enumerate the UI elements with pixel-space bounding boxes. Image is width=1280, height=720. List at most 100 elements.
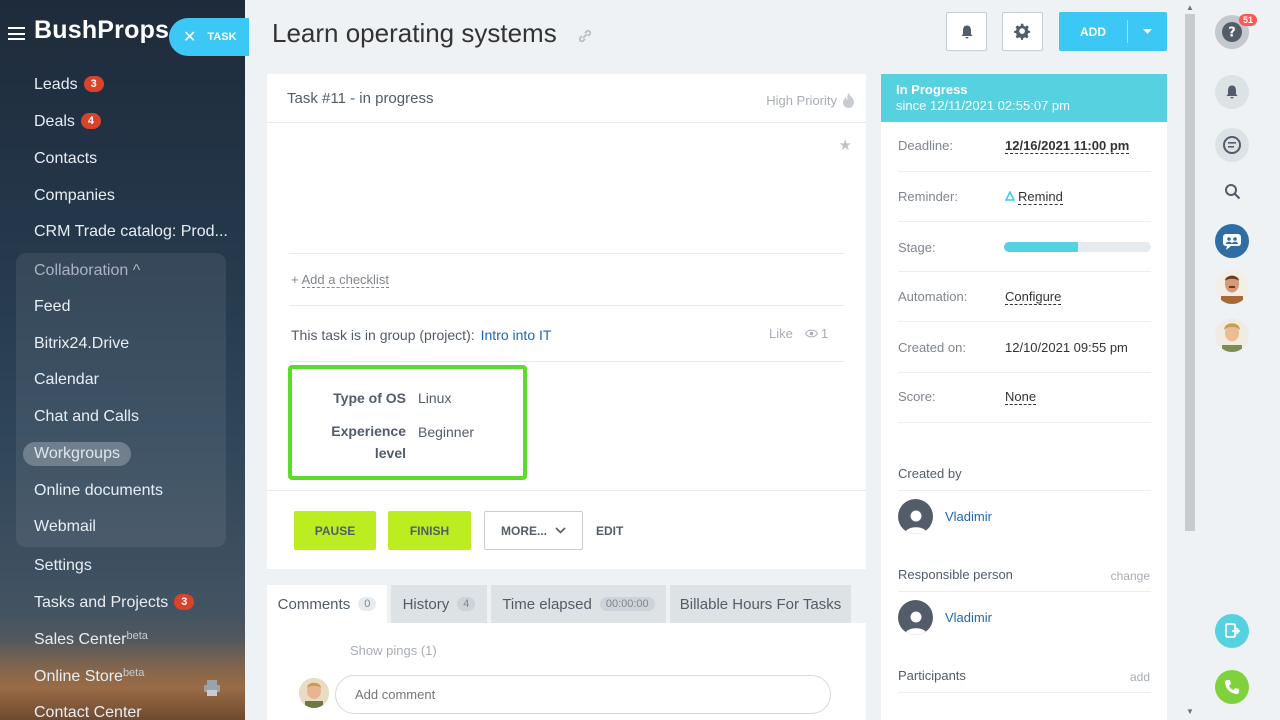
hamburger-menu-icon[interactable] [8,27,25,40]
tab-billable-hours[interactable]: Billable Hours For Tasks [670,585,851,623]
sidebar-item-crm-catalog[interactable]: CRM Trade catalog: Prod... [34,223,228,241]
task-card: Task #11 - in progress High Priority ★ +… [267,74,866,569]
sidebar-item-webmail[interactable]: Webmail [34,518,96,536]
reminder-value[interactable]: Remind [1004,189,1063,205]
scroll-up-icon[interactable]: ▲ [1186,3,1194,12]
field-label: Type of OS [333,390,406,406]
add-button[interactable]: ADD [1059,12,1167,51]
avatar [898,499,933,534]
notifications-button[interactable] [1215,75,1249,109]
sidebar-item-drive[interactable]: Bitrix24.Drive [34,335,129,353]
tab-comments[interactable]: Comments 0 [267,585,387,623]
comment-input[interactable] [335,675,831,714]
beta-tag: beta [126,630,148,642]
sidebar-item-online-store[interactable]: Online Storebeta [34,667,144,686]
bell-icon [1226,85,1238,99]
score-value[interactable]: None [1005,389,1037,405]
finish-button[interactable]: FINISH [388,511,471,550]
sidebar-item-collaboration[interactable]: Collaboration ^ [34,262,140,280]
bell-button[interactable] [946,12,987,51]
printer-icon[interactable] [204,679,220,697]
divider [898,221,1151,222]
like-button[interactable]: Like [769,326,793,341]
created-by-label: Created by [898,466,962,481]
divider [289,253,844,254]
divider [898,321,1151,322]
sidebar-item-settings[interactable]: Settings [34,557,92,575]
sidebar-item-deals[interactable]: Deals 4 [34,113,102,131]
creator-link[interactable]: Vladimir [945,509,992,524]
sidebar-item-sales-center[interactable]: Sales Centerbeta [34,630,148,649]
priority-toggle[interactable]: High Priority [766,93,854,108]
tab-count: 0 [358,597,377,611]
user-icon [904,611,927,635]
app-logo[interactable]: BushProps [34,16,169,45]
divider [898,591,1151,592]
group-link[interactable]: Intro into IT [481,327,552,343]
field-value: Beginner [418,424,475,440]
settings-button[interactable] [1002,12,1043,51]
group-info: This task is in group (project): Intro in… [291,327,552,343]
automation-configure-link[interactable]: Configure [1005,289,1062,305]
sidebar-item-chat[interactable]: Chat and Calls [34,408,139,426]
right-icon-panel: ? 51 [1199,0,1280,720]
chevron-down-icon[interactable] [1128,28,1167,35]
messenger-button[interactable] [1215,128,1249,162]
search-button[interactable] [1215,174,1249,208]
more-button[interactable]: MORE... [484,511,583,550]
tab-count: 00:00:00 [599,597,655,611]
tab-history[interactable]: History 4 [391,585,487,623]
view-count: 1 [820,326,829,341]
phone-icon [1225,680,1239,694]
responsible-label: Responsible person [898,567,1013,582]
responsible-link[interactable]: Vladimir [945,610,992,625]
sidebar-item-tasks[interactable]: Tasks and Projects 3 [34,594,195,612]
group-chat-button[interactable] [1215,224,1249,258]
pause-button[interactable]: PAUSE [294,511,376,550]
divider [898,692,1151,693]
contact-center-button[interactable] [1215,614,1249,648]
divider [289,361,844,362]
user-icon [904,510,927,534]
avatar [898,600,933,635]
sidebar-item-online-documents[interactable]: Online documents [34,482,163,500]
chat-icon [1223,136,1241,154]
created-by-person: Vladimir [898,499,992,534]
stage-progress-bar[interactable] [1004,242,1151,252]
star-icon[interactable]: ★ [839,136,852,154]
tasks-badge: 3 [174,594,195,610]
eye-icon [804,329,818,338]
add-participant-link[interactable]: add [1130,670,1150,684]
deadline-value[interactable]: 12/16/2021 11:00 pm [1005,138,1130,154]
sidebar-item-feed[interactable]: Feed [34,298,70,316]
edit-button[interactable]: EDIT [596,524,623,538]
scrollbar-thumb[interactable] [1185,14,1195,531]
user-avatar-1[interactable] [1215,270,1249,304]
sidebar-item-calendar[interactable]: Calendar [34,371,99,389]
deals-badge: 4 [80,113,102,129]
close-task-button[interactable]: ✕ TASK [169,18,249,56]
tab-time-elapsed[interactable]: Time elapsed 00:00:00 [491,585,666,623]
sidebar-item-workgroups[interactable]: Workgroups [23,442,131,466]
gear-icon [1014,23,1031,40]
link-icon[interactable] [577,28,593,44]
search-icon [1224,183,1240,199]
show-pings-link[interactable]: Show pings (1) [350,643,437,658]
sidebar-item-contacts[interactable]: Contacts [34,150,97,168]
sidebar-item-companies[interactable]: Companies [34,187,115,205]
avatar [1215,318,1249,352]
sidebar-item-contact-center[interactable]: Contact Center [34,704,142,720]
phone-button[interactable] [1215,670,1249,704]
user-avatar-2[interactable] [1215,318,1249,352]
responsible-person: Vladimir [898,600,992,635]
scroll-down-icon[interactable]: ▼ [1186,707,1194,716]
scrollbar[interactable]: ▲ ▼ [1181,0,1199,720]
sidebar-item-leads[interactable]: Leads 3 [34,76,104,94]
left-sidebar: BushProps Leads 3 Deals 4 Contacts Compani… [0,0,245,720]
fire-icon [843,93,854,108]
add-checklist-link[interactable]: + Add a checklist [291,272,389,288]
field-value: Linux [418,390,452,406]
change-responsible-link[interactable]: change [1111,569,1150,583]
divider [289,305,844,306]
open-lines-icon [1225,623,1241,638]
